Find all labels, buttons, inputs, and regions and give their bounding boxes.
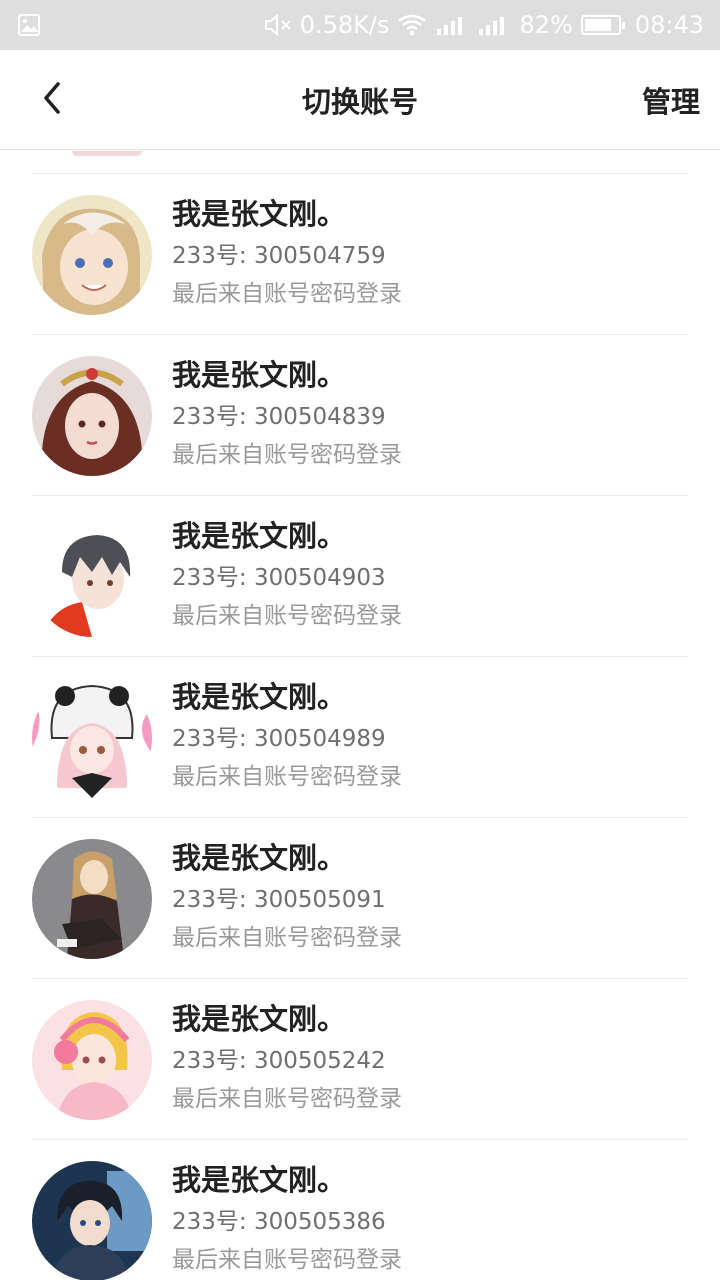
wifi-icon [397, 13, 427, 37]
login-method: 最后来自账号密码登录 [172, 281, 402, 307]
avatar [32, 678, 152, 798]
login-method: 最后来自账号密码登录 [172, 1247, 402, 1273]
avatar [32, 1161, 152, 1280]
login-method: 最后来自账号密码登录 [172, 442, 402, 468]
image-icon [18, 14, 40, 36]
manage-button[interactable]: 管理 [642, 76, 700, 124]
avatar [32, 517, 152, 637]
account-name: 我是张文刚。 [172, 358, 347, 392]
account-id: 233号: 300505091 [172, 887, 386, 913]
avatar [32, 1000, 152, 1120]
account-item[interactable]: 我是张文刚。 233号: 300504759 最后来自账号密码登录 [32, 174, 688, 335]
account-name: 我是张文刚。 [172, 1002, 347, 1036]
login-method: 最后来自账号密码登录 [172, 764, 402, 790]
login-method: 最后来自账号密码登录 [172, 603, 402, 629]
avatar [32, 195, 152, 315]
account-id: 233号: 300504839 [172, 404, 386, 430]
signal-icon [435, 13, 469, 37]
account-item[interactable]: 我是张文刚。 233号: 300505091 最后来自账号密码登录 [32, 818, 688, 979]
account-id: 233号: 300505242 [172, 1048, 386, 1074]
account-name: 我是张文刚。 [172, 841, 347, 875]
account-name: 我是张文刚。 [172, 519, 347, 553]
account-item[interactable]: 我是张文刚。 233号: 300504839 最后来自账号密码登录 [32, 335, 688, 496]
login-method: 最后来自账号密码登录 [172, 925, 402, 951]
avatar [32, 839, 152, 959]
mute-icon [264, 13, 292, 37]
status-bar: 0.58K/s 82% 08:43 [0, 0, 720, 50]
login-method: 最后来自账号密码登录 [172, 1086, 402, 1112]
account-item[interactable]: 我是张文刚。 233号: 300505242 最后来自账号密码登录 [32, 979, 688, 1140]
account-id: 233号: 300504903 [172, 565, 386, 591]
account-id: 233号: 300504989 [172, 726, 386, 752]
account-item[interactable]: 我是张文刚。 233号: 300505386 最后来自账号密码登录 [32, 1140, 688, 1280]
list-item[interactable] [32, 151, 688, 174]
account-name: 我是张文刚。 [172, 680, 347, 714]
battery-icon [580, 15, 625, 35]
chevron-left-icon [38, 78, 66, 122]
account-id: 233号: 300505386 [172, 1209, 386, 1235]
avatar [72, 151, 142, 156]
avatar [32, 356, 152, 476]
clock: 08:43 [634, 11, 704, 39]
page-title: 切换账号 [301, 84, 418, 119]
signal-icon [477, 13, 511, 37]
account-list[interactable]: 我是张文刚。 233号: 300504759 最后来自账号密码登录 我是张文刚。… [0, 151, 720, 1280]
account-id: 233号: 300504759 [172, 243, 386, 269]
account-name: 我是张文刚。 [172, 1163, 347, 1197]
app-header: 切换账号 管理 [0, 50, 720, 150]
account-name: 我是张文刚。 [172, 197, 347, 231]
account-item[interactable]: 我是张文刚。 233号: 300504989 最后来自账号密码登录 [32, 657, 688, 818]
back-button[interactable] [28, 76, 76, 124]
network-speed: 0.58K/s [299, 11, 390, 39]
battery-percent: 82% [519, 11, 573, 39]
account-item[interactable]: 我是张文刚。 233号: 300504903 最后来自账号密码登录 [32, 496, 688, 657]
